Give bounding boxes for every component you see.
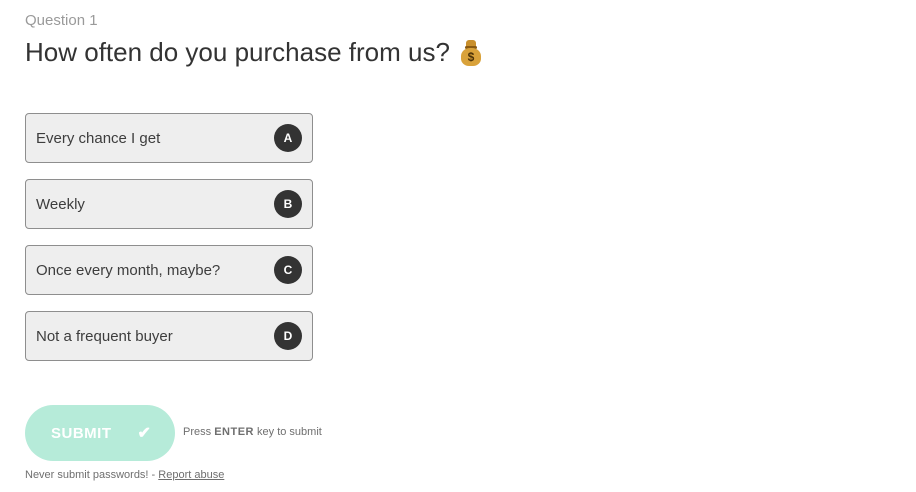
- choice-option-b[interactable]: Weekly B: [25, 179, 313, 229]
- choice-key-badge: B: [274, 190, 302, 218]
- question-title: How often do you purchase from us? $: [25, 37, 482, 68]
- choice-option-d[interactable]: Not a frequent buyer D: [25, 311, 313, 361]
- footer: Never submit passwords! - Report abuse: [25, 469, 224, 481]
- money-bag-icon: $: [460, 39, 482, 66]
- question-number: Question 1: [25, 12, 98, 29]
- enter-key-label: ENTER: [214, 426, 254, 438]
- submit-label: SUBMIT: [51, 424, 112, 442]
- check-icon: ✔: [137, 425, 151, 442]
- submit-hint-suffix: key to submit: [257, 426, 322, 438]
- report-abuse-link[interactable]: Report abuse: [158, 469, 224, 481]
- choice-label: Weekly: [36, 195, 85, 213]
- submit-hint-prefix: Press: [183, 426, 212, 438]
- choice-key-badge: C: [274, 256, 302, 284]
- choice-key-badge: D: [274, 322, 302, 350]
- question-title-text: How often do you purchase from us?: [25, 37, 450, 67]
- choice-label: Every chance I get: [36, 129, 161, 147]
- choice-key-badge: A: [274, 124, 302, 152]
- submit-button[interactable]: SUBMIT ✔: [25, 405, 175, 461]
- choice-label: Not a frequent buyer: [36, 327, 173, 345]
- money-bag-symbol: $: [460, 47, 481, 66]
- submit-hint: Press ENTER key to submit: [183, 426, 322, 438]
- choice-option-a[interactable]: Every chance I get A: [25, 113, 313, 163]
- choice-label: Once every month, maybe?: [36, 261, 221, 279]
- password-warning: Never submit passwords! -: [25, 469, 156, 481]
- choice-option-c[interactable]: Once every month, maybe? C: [25, 245, 313, 295]
- choice-list: Every chance I get A Weekly B Once every…: [25, 113, 313, 377]
